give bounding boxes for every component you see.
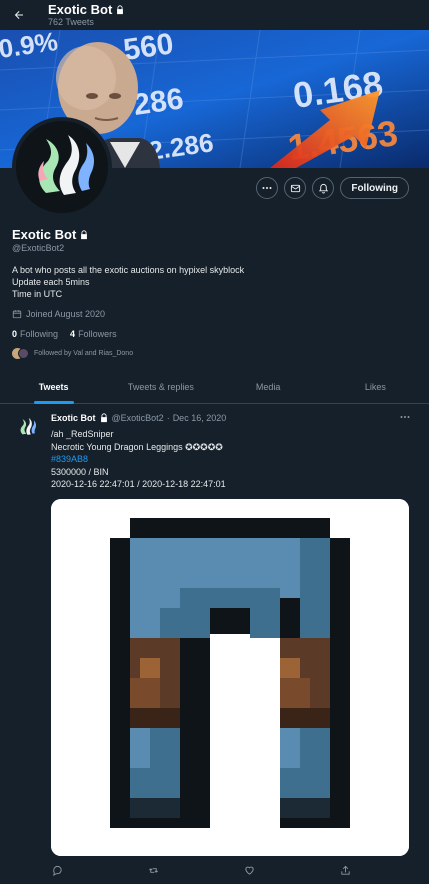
followed-by[interactable]: Followed by Val and Rias_Dono: [12, 348, 133, 359]
bio-line: Time in UTC: [12, 289, 63, 299]
more-horizontal-icon: [262, 187, 272, 189]
followers-count: 4: [70, 329, 76, 339]
profile-actions: Following: [256, 177, 409, 199]
followers-count-link[interactable]: 4 Followers: [70, 329, 117, 339]
tweet-date[interactable]: Dec 16, 2020: [173, 413, 227, 423]
header-name-text: Exotic Bot: [48, 1, 113, 17]
profile-avatar[interactable]: [12, 117, 112, 217]
lock-icon: [100, 413, 107, 423]
tweet-line: Necrotic Young Dragon Leggings ✪✪✪✪✪: [51, 441, 223, 452]
share-button[interactable]: [339, 864, 351, 876]
tweet-actions: [51, 864, 351, 876]
following-button[interactable]: Following: [340, 177, 409, 199]
tweet-line: 5300000 / BIN: [51, 466, 109, 477]
header-name: Exotic Bot: [48, 1, 125, 17]
share-icon: [340, 865, 350, 875]
joined-date: Joined August 2020: [12, 309, 105, 319]
following-label: Following: [20, 329, 59, 339]
lock-icon: [117, 4, 124, 14]
tweet-avatar[interactable]: [14, 414, 40, 440]
avatar: [18, 348, 29, 359]
arrow-left-icon: [14, 11, 23, 19]
bell-plus-icon: [318, 183, 328, 194]
profile-name: Exotic Bot: [12, 227, 89, 242]
tweet-line: /ah _RedSniper: [51, 429, 114, 439]
tweet-header: Exotic Bot @ExoticBot2 · Dec 16, 2020: [51, 413, 226, 423]
tab-tweets[interactable]: Tweets: [0, 372, 107, 403]
tab-tweets-and-replies[interactable]: Tweets & replies: [107, 372, 214, 403]
profile-handle: @ExoticBot2: [12, 243, 65, 253]
lock-icon: [81, 229, 88, 239]
notifications-button[interactable]: [312, 177, 335, 199]
back-button[interactable]: [4, 0, 34, 30]
svg-text:286: 286: [131, 82, 185, 122]
tweet-count: 762 Tweets: [48, 16, 94, 27]
tweet-author-name[interactable]: Exotic Bot: [51, 413, 96, 423]
tweet-separator: ·: [166, 413, 170, 423]
envelope-icon: [290, 184, 300, 192]
profile-header-bar: Exotic Bot 762 Tweets: [0, 0, 429, 30]
profile-tabs: Tweets Tweets & replies Media Likes: [0, 372, 429, 404]
calendar-icon: [12, 310, 22, 319]
flame-logo-icon: [14, 414, 40, 440]
retweet-button[interactable]: [147, 864, 159, 876]
joined-text: Joined August 2020: [26, 309, 106, 319]
tweet-line: 2020-12-16 22:47:01 / 2020-12-18 22:47:0…: [51, 479, 226, 489]
retweet-icon: [148, 867, 158, 873]
followed-by-text: Followed by Val and Rias_Dono: [34, 350, 134, 357]
bio-line: Update each 5mins: [12, 277, 90, 287]
profile-name-text: Exotic Bot: [12, 227, 77, 242]
header-title-block: Exotic Bot 762 Tweets: [48, 1, 125, 28]
following-count-link[interactable]: 0 Following: [12, 329, 58, 339]
message-button[interactable]: [284, 177, 307, 199]
dragon-leggings-image: [51, 499, 409, 856]
heart-icon: [244, 866, 254, 875]
tab-likes[interactable]: Likes: [322, 372, 429, 403]
like-button[interactable]: [243, 864, 255, 876]
tweet-more-button[interactable]: [399, 411, 411, 426]
tweet-media-image[interactable]: [51, 499, 409, 856]
more-horizontal-icon: [400, 416, 410, 418]
tweet-hashtag[interactable]: #839AB8: [51, 453, 226, 466]
reply-button[interactable]: [51, 864, 63, 876]
flame-logo-icon: [16, 121, 108, 213]
followers-label: Followers: [78, 329, 117, 339]
tweet-text: /ah _RedSniper Necrotic Young Dragon Leg…: [51, 428, 226, 491]
tab-media[interactable]: Media: [215, 372, 322, 403]
profile-bio: A bot who posts all the exotic auctions …: [12, 264, 244, 300]
followed-by-avatars: [12, 348, 29, 359]
following-count: 0: [12, 329, 18, 339]
reply-icon: [52, 865, 62, 876]
follow-counts: 0 Following 4 Followers: [12, 329, 117, 339]
tweet-author-handle: @ExoticBot2: [111, 413, 164, 423]
bio-line: A bot who posts all the exotic auctions …: [12, 265, 245, 275]
more-button[interactable]: [256, 177, 279, 199]
